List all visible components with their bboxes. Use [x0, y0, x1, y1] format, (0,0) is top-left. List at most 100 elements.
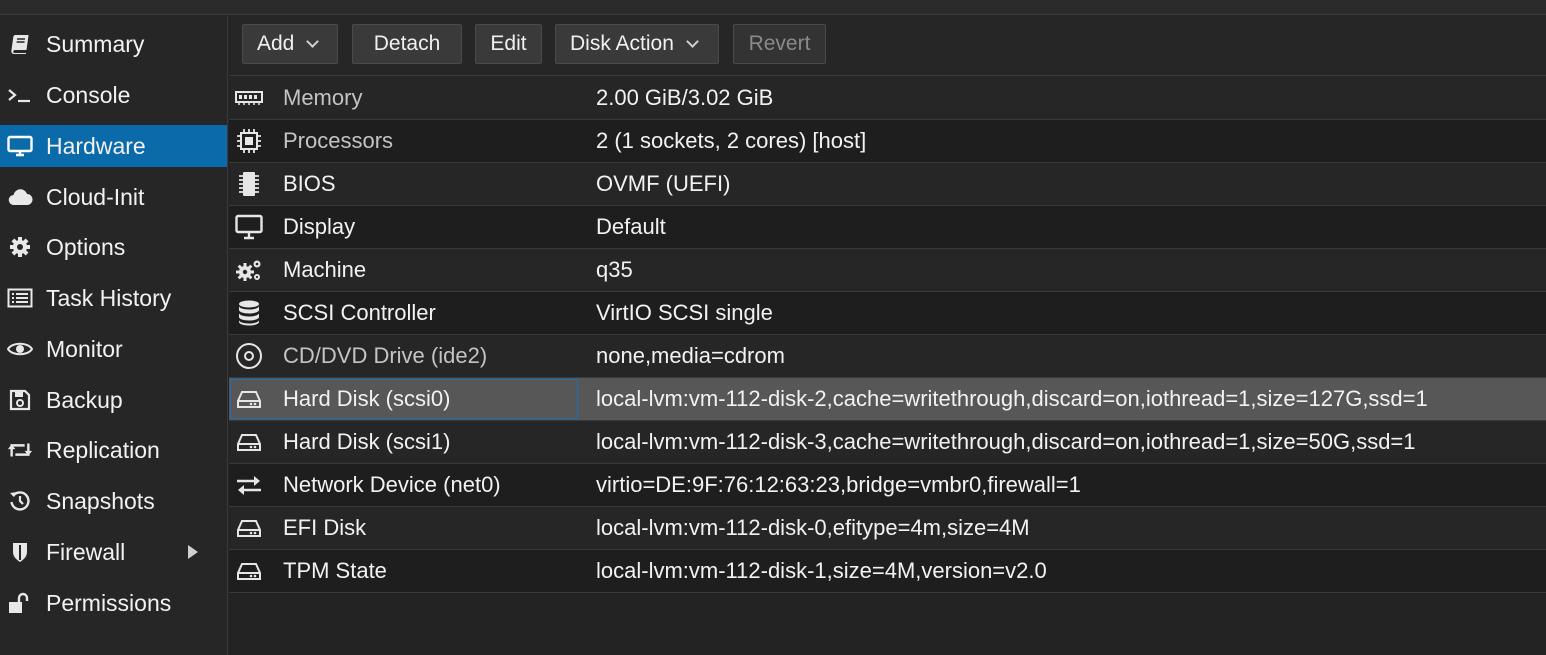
sidebar-item-snapshots[interactable]: Snapshots	[0, 480, 227, 522]
terminal-icon	[7, 82, 33, 108]
revert-button[interactable]: Revert	[733, 24, 826, 64]
chevron-down-icon	[306, 34, 320, 48]
sidebar-item-label: Task History	[46, 284, 172, 311]
table-row[interactable]: Machine q35	[229, 249, 1546, 292]
table-row[interactable]: BIOS OVMF (UEFI)	[229, 163, 1546, 206]
row-value: 2 (1 sockets, 2 cores) [host]	[596, 128, 867, 153]
sidebar-item-options[interactable]: Options	[0, 226, 227, 268]
add-button-label: Add	[257, 32, 295, 55]
row-name: Memory	[283, 85, 363, 110]
sidebar-item-cloud-init[interactable]: Cloud-Init	[0, 176, 227, 218]
sidebar-item-hardware[interactable]: Hardware	[0, 125, 227, 167]
row-value: OVMF (UEFI)	[596, 171, 731, 196]
submenu-arrow-icon[interactable]	[188, 545, 198, 559]
top-bar	[0, 0, 1546, 15]
disk-action-button[interactable]: Disk Action	[555, 24, 719, 64]
sidebar-item-replication[interactable]: Replication	[0, 429, 227, 471]
table-row[interactable]: Hard Disk (scsi1) local-lvm:vm-112-disk-…	[229, 421, 1546, 464]
table-row[interactable]: CD/DVD Drive (ide2) none,media=cdrom	[229, 335, 1546, 378]
row-name: Processors	[283, 128, 394, 153]
row-value: local-lvm:vm-112-disk-2,cache=writethrou…	[596, 386, 1428, 411]
sidebar-item-permissions[interactable]: Permissions	[0, 582, 227, 624]
sidebar-item-label: Monitor	[46, 335, 123, 362]
exchange-icon	[234, 471, 264, 499]
shield-icon	[7, 539, 33, 565]
revert-button-label: Revert	[748, 32, 811, 55]
sidebar-item-label: Console	[46, 81, 131, 108]
database-icon	[234, 299, 264, 327]
row-value: 2.00 GiB/3.02 GiB	[596, 85, 774, 110]
table-row[interactable]: Display Default	[229, 206, 1546, 249]
table-row[interactable]: EFI Disk local-lvm:vm-112-disk-0,efitype…	[229, 507, 1546, 550]
cdrom-icon	[234, 342, 264, 370]
row-name: EFI Disk	[283, 515, 367, 540]
sidebar-item-label: Options	[46, 233, 126, 260]
floppy-icon	[7, 387, 33, 413]
disk-action-button-label: Disk Action	[570, 32, 674, 55]
list-icon	[7, 285, 33, 311]
row-name: CD/DVD Drive (ide2)	[283, 343, 488, 368]
sidebar-item-task-history[interactable]: Task History	[0, 277, 227, 319]
hdd-icon	[234, 514, 264, 542]
cpu-icon	[234, 127, 264, 155]
sidebar-item-label: Hardware	[46, 132, 146, 159]
row-value: none,media=cdrom	[596, 343, 785, 368]
sidebar-item-label: Cloud-Init	[46, 183, 145, 210]
row-name: Hard Disk (scsi0)	[283, 386, 451, 411]
row-name: Hard Disk (scsi1)	[283, 429, 451, 454]
table-row[interactable]: Hard Disk (scsi0) local-lvm:vm-112-disk-…	[229, 378, 1546, 421]
sidebar-item-console[interactable]: Console	[0, 74, 227, 116]
row-value: virtio=DE:9F:76:12:63:23,bridge=vmbr0,fi…	[596, 472, 1081, 497]
row-name: Machine	[283, 257, 367, 282]
cloud-icon	[7, 184, 33, 210]
row-value: local-lvm:vm-112-disk-3,cache=writethrou…	[596, 429, 1416, 454]
unlock-icon	[7, 590, 33, 616]
row-name: SCSI Controller	[283, 300, 436, 325]
table-row[interactable]: Processors 2 (1 sockets, 2 cores) [host]	[229, 120, 1546, 163]
sidebar-item-label: Replication	[46, 436, 160, 463]
sidebar-nav: Summary Console Hardware Cloud-Init Opti…	[0, 16, 228, 655]
sidebar-item-label: Permissions	[46, 589, 172, 616]
sidebar-item-label: Snapshots	[46, 487, 155, 514]
row-value: local-lvm:vm-112-disk-1,size=4M,version=…	[596, 558, 1047, 583]
add-button[interactable]: Add	[242, 24, 338, 64]
gear-icon	[7, 234, 33, 260]
toolbar: Add Detach Edit Disk Action Revert	[229, 16, 1546, 76]
monitor-icon	[7, 133, 33, 159]
sidebar-item-summary[interactable]: Summary	[0, 23, 227, 65]
table-row[interactable]: SCSI Controller VirtIO SCSI single	[229, 292, 1546, 335]
table-row[interactable]: Network Device (net0) virtio=DE:9F:76:12…	[229, 464, 1546, 507]
row-name: Display	[283, 214, 356, 239]
row-value: local-lvm:vm-112-disk-0,efitype=4m,size=…	[596, 515, 1030, 540]
row-name: TPM State	[283, 558, 387, 583]
row-name: Network Device (net0)	[283, 472, 501, 497]
detach-button[interactable]: Detach	[352, 24, 462, 64]
retweet-icon	[7, 437, 33, 463]
table-row[interactable]: TPM State local-lvm:vm-112-disk-1,size=4…	[229, 550, 1546, 593]
desktop-icon	[234, 213, 264, 241]
book-icon	[7, 31, 33, 57]
edit-button-label: Edit	[490, 32, 527, 55]
sidebar-item-backup[interactable]: Backup	[0, 379, 227, 421]
memory-icon	[234, 84, 264, 112]
detach-button-label: Detach	[373, 32, 441, 55]
sidebar-item-label: Summary	[46, 30, 145, 57]
table-row[interactable]: Memory 2.00 GiB/3.02 GiB	[229, 77, 1546, 120]
sidebar-item-monitor[interactable]: Monitor	[0, 328, 227, 370]
microchip-icon	[234, 170, 264, 198]
row-name: BIOS	[283, 171, 336, 196]
row-value: Default	[596, 214, 666, 239]
row-value: q35	[596, 257, 633, 282]
hardware-panel: Add Detach Edit Disk Action Revert Memor…	[229, 16, 1546, 655]
eye-icon	[7, 336, 33, 362]
edit-button[interactable]: Edit	[475, 24, 542, 64]
sidebar-item-firewall[interactable]: Firewall	[0, 531, 227, 573]
hdd-icon	[234, 385, 264, 413]
hdd-icon	[234, 428, 264, 456]
row-value: VirtIO SCSI single	[596, 300, 773, 325]
cogs-icon	[234, 256, 264, 284]
history-icon	[7, 488, 33, 514]
chevron-down-icon	[686, 34, 699, 48]
sidebar-item-label: Firewall	[46, 538, 126, 565]
hdd-icon	[234, 557, 264, 585]
